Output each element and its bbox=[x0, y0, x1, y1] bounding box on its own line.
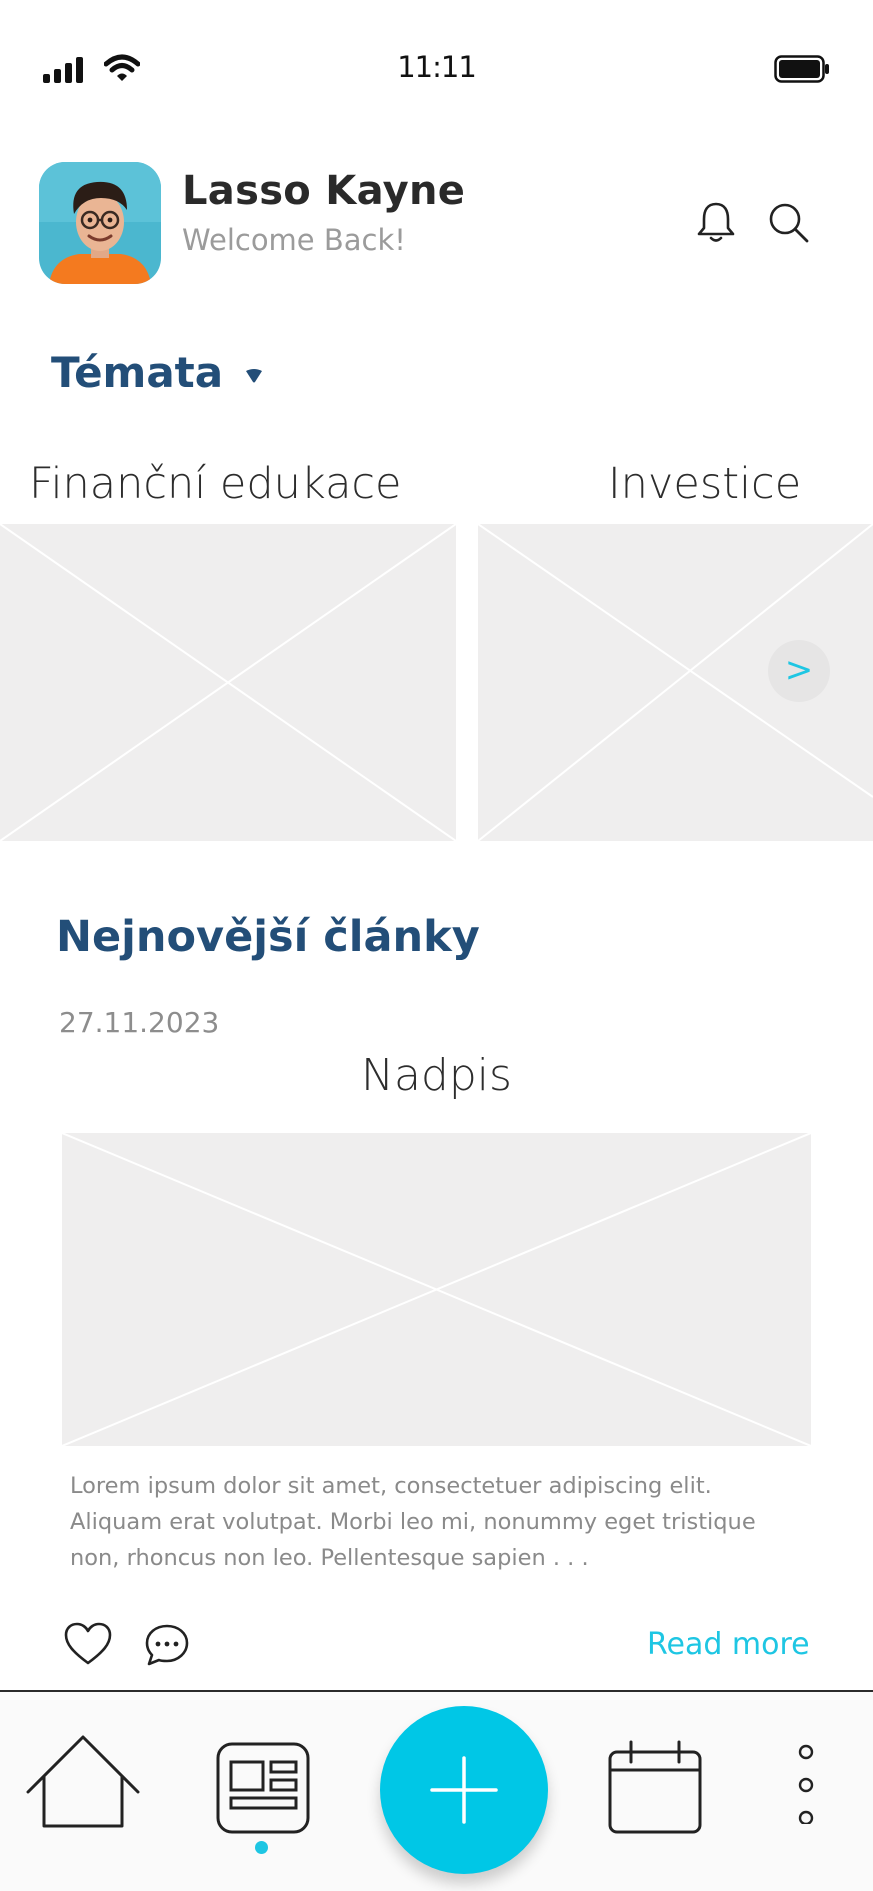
home-icon[interactable] bbox=[26, 1734, 140, 1830]
welcome-text: Welcome Back! bbox=[182, 223, 406, 257]
news-icon[interactable] bbox=[216, 1742, 310, 1836]
add-button[interactable] bbox=[380, 1706, 548, 1874]
article-excerpt: Lorem ipsum dolor sit amet, consectetuer… bbox=[70, 1473, 756, 1571]
topics-dropdown[interactable]: Témata bbox=[51, 348, 223, 397]
article-date: 27.11.2023 bbox=[59, 1006, 220, 1039]
article-image[interactable] bbox=[62, 1133, 811, 1446]
calendar-icon[interactable] bbox=[607, 1740, 703, 1836]
articles-section-title: Nejnovější články bbox=[56, 912, 480, 962]
status-time: 11:11 bbox=[397, 50, 477, 84]
topic-card-financial-education[interactable] bbox=[0, 524, 456, 841]
more-icon[interactable] bbox=[796, 1744, 816, 1824]
avatar[interactable] bbox=[39, 162, 161, 284]
image-placeholder bbox=[0, 524, 456, 841]
battery-icon bbox=[774, 55, 829, 83]
user-name: Lasso Kayne bbox=[182, 168, 466, 214]
active-nav-indicator bbox=[255, 1841, 268, 1854]
topic-label-financial-education[interactable]: Finanční edukace bbox=[29, 459, 402, 509]
carousel-next-button[interactable]: > bbox=[768, 640, 830, 702]
read-more-link[interactable]: Read more bbox=[647, 1627, 810, 1662]
chevron-right-icon: > bbox=[784, 650, 814, 690]
comment-icon[interactable] bbox=[145, 1624, 189, 1666]
topic-label-investments[interactable]: Investice bbox=[608, 459, 801, 509]
caret-down-icon[interactable] bbox=[245, 368, 263, 384]
heart-icon[interactable] bbox=[63, 1622, 113, 1666]
bell-icon[interactable] bbox=[696, 201, 736, 243]
status-bar: 11:11 bbox=[0, 0, 873, 110]
search-icon[interactable] bbox=[768, 202, 810, 244]
image-placeholder bbox=[62, 1133, 811, 1446]
add-icon bbox=[430, 1756, 498, 1824]
article-title[interactable]: Nadpis bbox=[0, 1050, 873, 1101]
